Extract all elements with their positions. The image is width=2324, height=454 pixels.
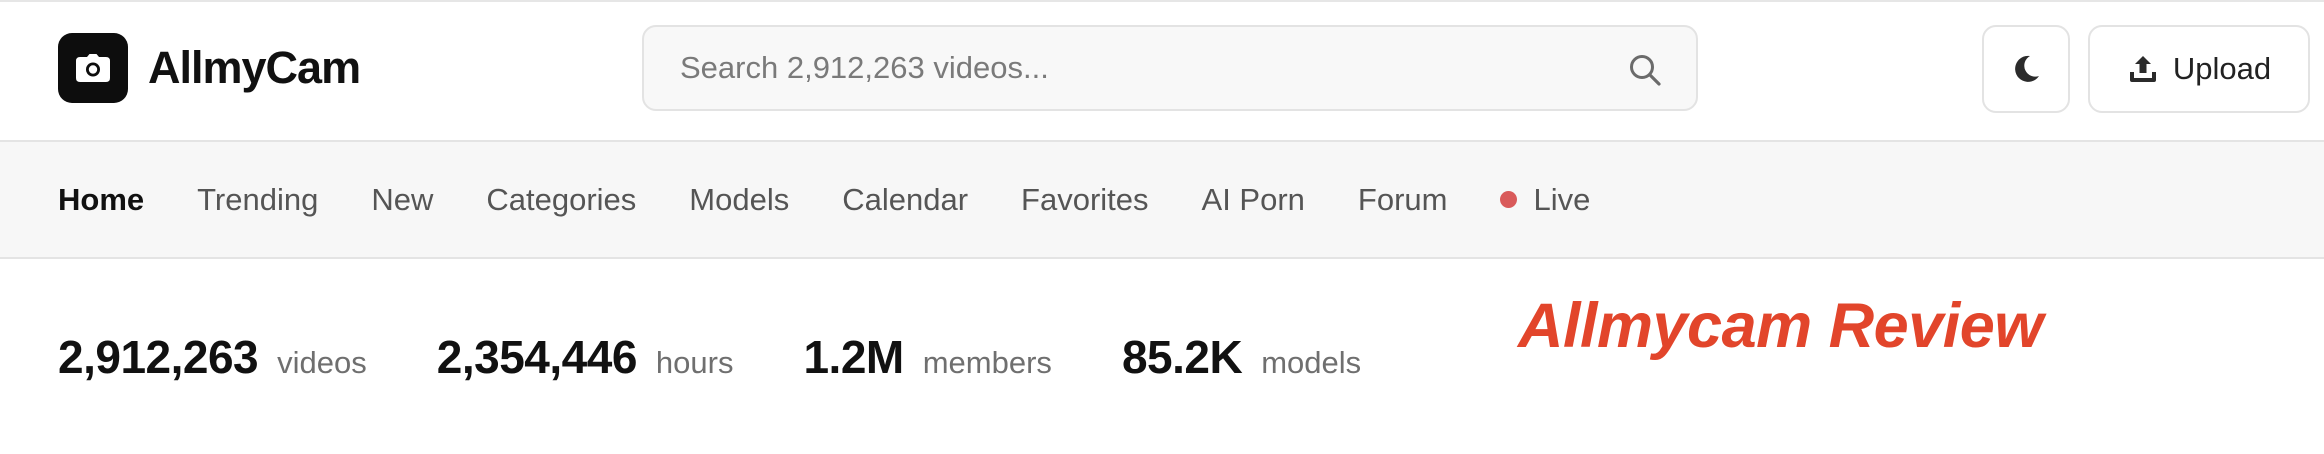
- nav-item-calendar[interactable]: Calendar: [842, 182, 968, 218]
- stat-value: 2,354,446: [436, 331, 638, 383]
- brand-logo[interactable]: AllmyCam: [58, 33, 361, 103]
- moon-icon: [2015, 55, 2039, 82]
- stat-members: 1.2M members: [803, 330, 1051, 384]
- nav-item-home[interactable]: Home: [58, 182, 144, 218]
- stat-value: 85.2K: [1121, 331, 1243, 383]
- search-icon[interactable]: [1628, 53, 1662, 87]
- stat-label: members: [922, 345, 1052, 380]
- nav-item-categories[interactable]: Categories: [486, 182, 636, 218]
- review-overlay-title: Allmycam Review: [1518, 291, 2043, 361]
- stat-label: hours: [655, 345, 734, 380]
- main-nav: Home Trending New Categories Models Cale…: [0, 140, 2324, 259]
- stat-label: models: [1261, 345, 1362, 380]
- brand-name: AllmyCam: [148, 42, 361, 93]
- site-header: AllmyCam Upload: [0, 2, 2324, 140]
- live-dot-icon: [1500, 191, 1518, 208]
- theme-toggle-button[interactable]: [1982, 25, 2070, 113]
- search-input[interactable]: [644, 27, 1696, 109]
- nav-item-trending[interactable]: Trending: [197, 182, 318, 218]
- upload-icon: [2129, 56, 2156, 82]
- nav-item-models[interactable]: Models: [689, 182, 789, 218]
- search-bar[interactable]: [642, 25, 1698, 111]
- nav-item-live[interactable]: Live: [1500, 182, 1590, 218]
- nav-item-favorites[interactable]: Favorites: [1021, 182, 1148, 218]
- camera-icon: [58, 33, 128, 103]
- stat-videos: 2,912,263 videos: [58, 330, 367, 384]
- nav-item-forum[interactable]: Forum: [1358, 182, 1448, 218]
- site-stats: 2,912,263 videos 2,354,446 hours 1.2M me…: [58, 330, 1431, 384]
- nav-item-ai-porn[interactable]: AI Porn: [1202, 182, 1305, 218]
- stat-hours: 2,354,446 hours: [437, 330, 734, 384]
- upload-label: Upload: [2172, 51, 2272, 86]
- stat-value: 1.2M: [803, 331, 904, 383]
- stat-models: 85.2K models: [1122, 330, 1361, 384]
- nav-item-live-label: Live: [1533, 181, 1591, 217]
- stat-value: 2,912,263: [58, 331, 259, 383]
- nav-item-new[interactable]: New: [371, 182, 433, 218]
- stat-label: videos: [277, 345, 367, 380]
- upload-button[interactable]: Upload: [2088, 25, 2310, 113]
